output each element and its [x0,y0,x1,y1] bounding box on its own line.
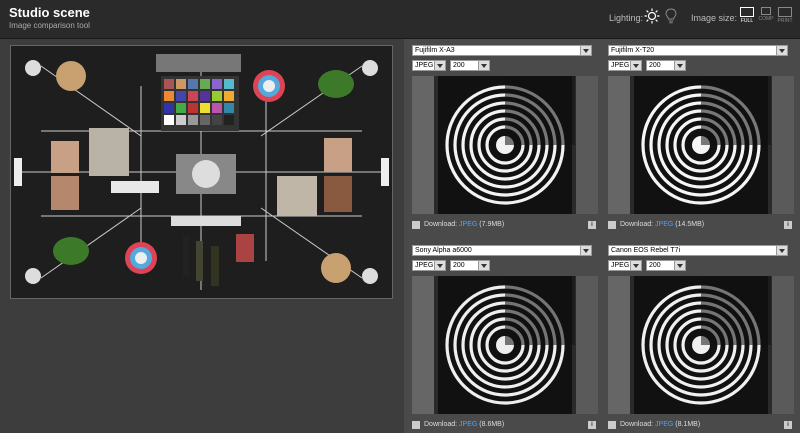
iso-select[interactable]: 200 [646,60,686,71]
chevron-down-icon[interactable] [776,46,787,55]
top-bar: Studio scene Image comparison tool Light… [0,0,800,39]
iso-select-value: 200 [453,262,465,269]
download-row: Download: JPEG (8.6MB) i [412,418,598,432]
crop-view[interactable] [412,276,598,414]
format-select-value: JPEG [415,62,434,69]
bulb-icon[interactable] [665,8,677,24]
info-icon[interactable]: i [784,221,792,229]
resolution-target-image [608,276,794,414]
chevron-down-icon[interactable] [478,61,489,70]
size-full-label: FULL [740,18,754,24]
format-select-value: JPEG [415,262,434,269]
resolution-target-image [412,276,598,414]
download-format[interactable]: JPEG [459,221,477,228]
chevron-down-icon[interactable] [674,61,685,70]
download-format[interactable]: JPEG [655,221,673,228]
size-print-button[interactable]: PRINT [776,7,794,24]
download-size: (8.1MB) [675,421,701,428]
iso-select-value: 200 [649,62,661,69]
info-icon[interactable]: i [588,421,596,429]
studio-scene-overview[interactable] [10,45,393,299]
download-icon[interactable] [412,221,420,229]
crop-view[interactable] [412,76,598,214]
download-link[interactable]: Download: JPEG (14.5MB) [620,218,704,232]
download-size: (7.9MB) [479,221,505,228]
chevron-down-icon[interactable] [776,246,787,255]
download-link[interactable]: Download: JPEG (8.6MB) [424,418,504,432]
iso-select[interactable]: 200 [646,260,686,271]
crop-view[interactable] [608,276,794,414]
image-size-label: Image size: [691,13,738,23]
iso-select[interactable]: 200 [450,60,490,71]
camera-select-value: Sony Alpha a6000 [415,247,472,254]
resolution-target-image [608,76,794,214]
chevron-down-icon[interactable] [580,46,591,55]
resolution-target-image [412,76,598,214]
page-title: Studio scene [9,5,90,20]
chevron-down-icon[interactable] [478,261,489,270]
format-select[interactable]: JPEG [412,60,446,71]
camera-select-value: Fujifilm X-T20 [611,47,655,54]
lighting-label: Lighting: [609,13,644,23]
size-print-label: PRINT [777,18,793,24]
iso-select-value: 200 [453,62,465,69]
download-size: (8.6MB) [479,421,505,428]
info-icon[interactable]: i [784,421,792,429]
download-row: Download: JPEG (14.5MB) i [608,218,794,232]
download-icon[interactable] [608,221,616,229]
info-icon[interactable]: i [588,221,596,229]
size-full-button[interactable]: FULL [738,7,756,24]
camera-select[interactable]: Fujifilm X-T20 [608,45,788,56]
download-icon[interactable] [608,421,616,429]
chevron-down-icon[interactable] [434,261,445,270]
size-comp-button[interactable]: COMP [757,7,775,22]
format-select-value: JPEG [611,62,630,69]
format-select[interactable]: JPEG [608,260,642,271]
format-select[interactable]: JPEG [412,260,446,271]
download-label: Download: [620,421,654,428]
camera-select[interactable]: Canon EOS Rebel T7i [608,245,788,256]
iso-select-value: 200 [649,262,661,269]
download-size: (14.5MB) [675,221,705,228]
crop-view[interactable] [608,76,794,214]
format-select-value: JPEG [611,262,630,269]
camera-select[interactable]: Fujifilm X-A3 [412,45,592,56]
download-row: Download: JPEG (8.1MB) i [608,418,794,432]
size-comp-label: COMP [758,16,774,22]
chevron-down-icon[interactable] [630,61,641,70]
studio-scene-image[interactable] [11,46,392,298]
download-link[interactable]: Download: JPEG (7.9MB) [424,218,504,232]
chevron-down-icon[interactable] [674,261,685,270]
download-label: Download: [424,221,458,228]
download-link[interactable]: Download: JPEG (8.1MB) [620,418,700,432]
page-subtitle: Image comparison tool [9,21,90,30]
chevron-down-icon[interactable] [630,261,641,270]
download-label: Download: [620,221,654,228]
chevron-down-icon[interactable] [580,246,591,255]
download-format[interactable]: JPEG [655,421,673,428]
camera-select[interactable]: Sony Alpha a6000 [412,245,592,256]
download-row: Download: JPEG (7.9MB) i [412,218,598,232]
camera-select-value: Canon EOS Rebel T7i [611,247,681,254]
download-icon[interactable] [412,421,420,429]
download-format[interactable]: JPEG [459,421,477,428]
iso-select[interactable]: 200 [450,260,490,271]
camera-select-value: Fujifilm X-A3 [415,47,455,54]
sun-icon[interactable] [644,8,660,24]
chevron-down-icon[interactable] [434,61,445,70]
format-select[interactable]: JPEG [608,60,642,71]
download-label: Download: [424,421,458,428]
